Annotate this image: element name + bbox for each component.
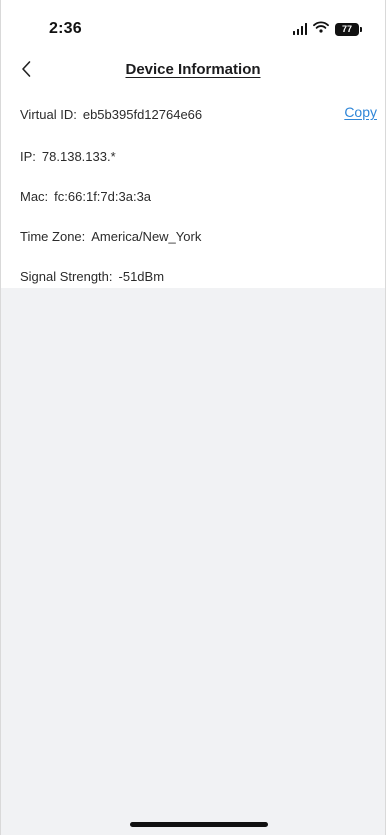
wifi-icon — [313, 20, 329, 38]
copy-button[interactable]: Copy — [344, 104, 377, 120]
time-zone-label: Time Zone: — [20, 228, 86, 244]
device-info-list: Virtual ID: eb5b395fd12764e66 Copy IP: 7… — [1, 92, 385, 288]
virtual-id-row: Virtual ID: eb5b395fd12764e66 Copy — [1, 92, 385, 136]
cellular-signal-icon — [292, 23, 307, 35]
status-bar: 2:36 77 — [1, 0, 385, 52]
signal-strength-label: Signal Strength: — [20, 268, 113, 284]
status-icons: 77 — [292, 20, 362, 38]
empty-content-area — [1, 288, 385, 835]
battery-level: 77 — [341, 23, 352, 34]
navigation-header: Device Information — [1, 52, 385, 92]
device-information-screen: 2:36 77 Device Information Virtual ID: e… — [0, 0, 386, 835]
virtual-id-value: eb5b395fd12764e66 — [82, 106, 203, 122]
status-time: 2:36 — [49, 20, 82, 37]
ip-value: 78.138.133.* — [41, 148, 116, 164]
signal-strength-value: -51dBm — [118, 268, 165, 284]
battery-icon: 77 — [335, 22, 362, 36]
time-zone-value: America/New_York — [91, 228, 202, 244]
mac-row: Mac: fc:66:1f:7d:3a:3a — [1, 176, 385, 216]
home-indicator[interactable] — [130, 822, 268, 827]
mac-value: fc:66:1f:7d:3a:3a — [54, 188, 152, 204]
page-title: Device Information — [125, 61, 261, 78]
ip-label: IP: — [20, 148, 36, 164]
mac-label: Mac: — [20, 188, 49, 204]
virtual-id-label: Virtual ID: — [20, 106, 77, 122]
time-zone-row: Time Zone: America/New_York — [1, 216, 385, 256]
ip-row: IP: 78.138.133.* — [1, 136, 385, 176]
